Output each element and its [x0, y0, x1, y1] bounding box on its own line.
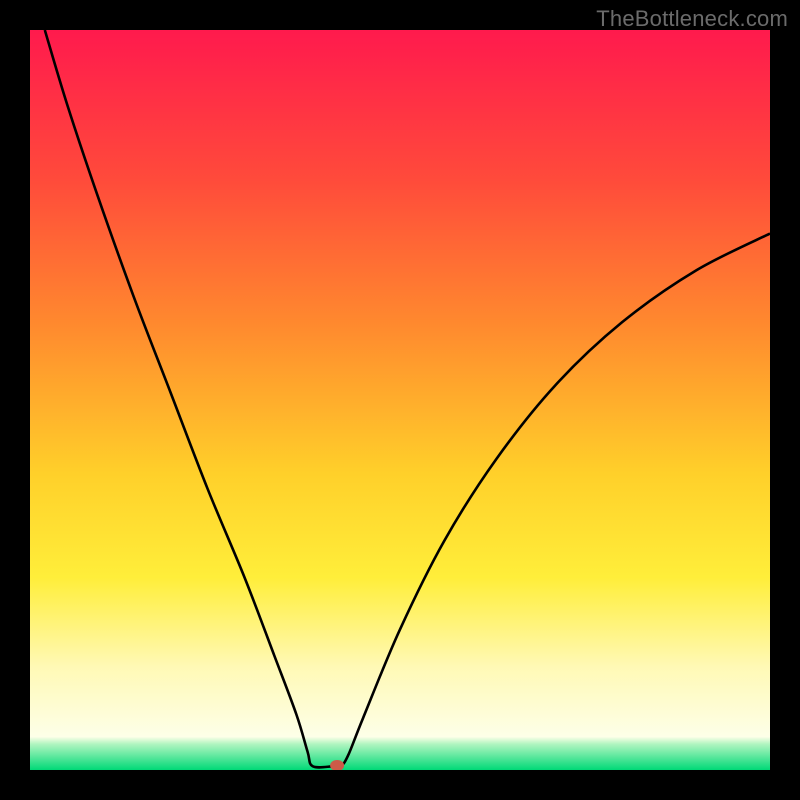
plot-area: [30, 30, 770, 770]
curve-layer: [30, 30, 770, 770]
optimal-point-marker: [330, 760, 344, 770]
bottleneck-curve: [45, 30, 770, 767]
chart-frame: TheBottleneck.com: [0, 0, 800, 800]
watermark-text: TheBottleneck.com: [596, 6, 788, 32]
